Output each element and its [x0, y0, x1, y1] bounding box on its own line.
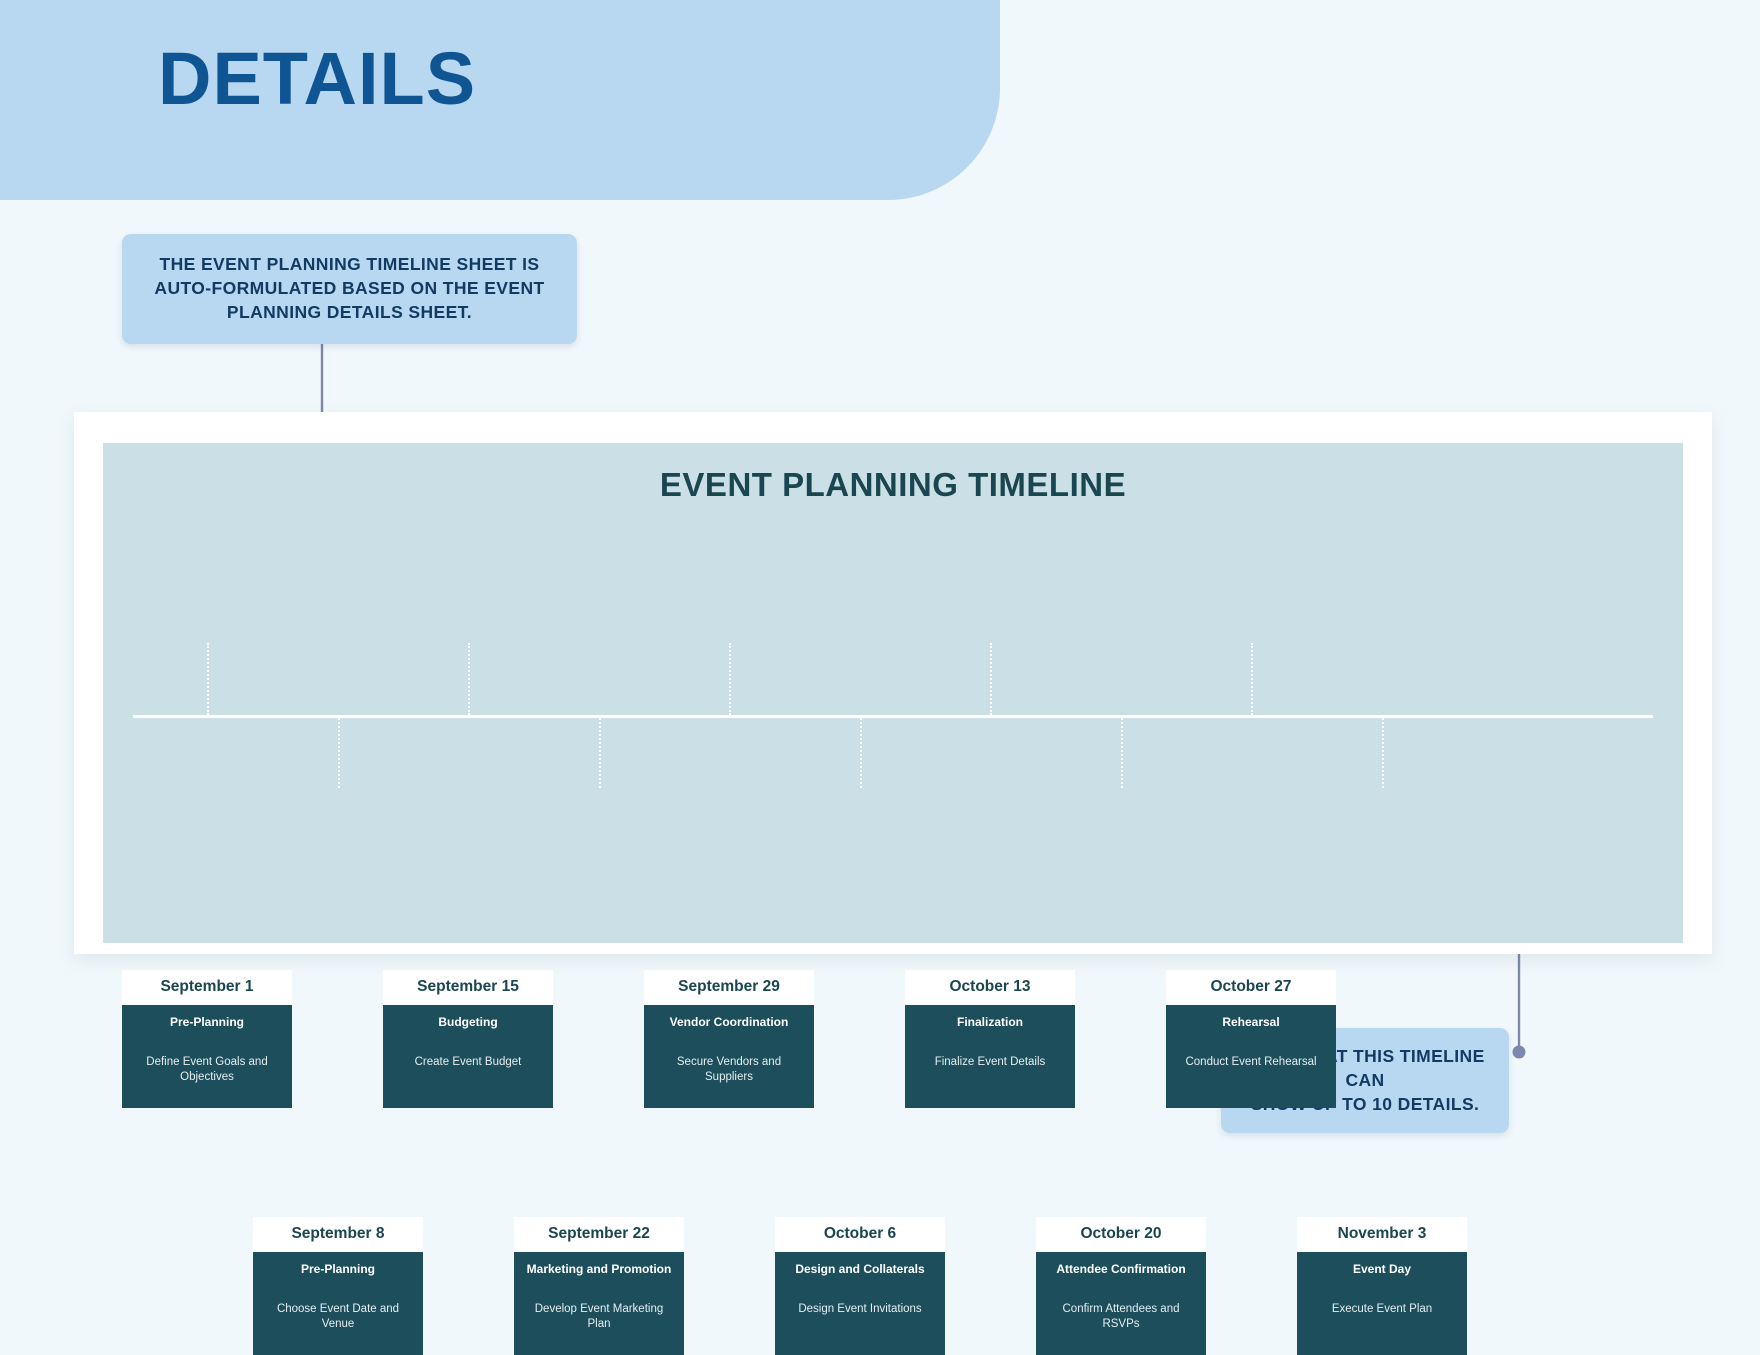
card-body: Design and Collaterals Design Event Invit… [775, 1252, 945, 1355]
card-date: October 13 [905, 970, 1075, 1005]
card-task: Design Event Invitations [798, 1303, 922, 1315]
card-phase: Design and Collaterals [795, 1262, 925, 1276]
timeline-card[interactable]: September 8 Pre-Planning Choose Event Date… [253, 1217, 423, 1355]
card-date: September 1 [122, 970, 292, 1005]
card-date: October 20 [1036, 1217, 1206, 1252]
top-callout: THE EVENT PLANNING TIMELINE SHEET IS AUT… [122, 234, 577, 345]
top-callout-line-2: AUTO-FORMULATED BASED ON THE EVENT [154, 278, 545, 299]
card-body: Marketing and Promotion Develop Event Mar… [514, 1252, 684, 1355]
timeline-card[interactable]: September 29 Vendor Coordination Secure Ve… [644, 970, 814, 1108]
timeline-card[interactable]: September 15 Budgeting Create Event Budget [383, 970, 553, 1108]
card-date: September 8 [253, 1217, 423, 1252]
timeline-card[interactable]: November 3 Event Day Execute Event Plan [1297, 1217, 1467, 1355]
card-date: October 6 [775, 1217, 945, 1252]
card-phase: Vendor Coordination [669, 1015, 789, 1029]
card-task: Finalize Event Details [934, 1056, 1046, 1068]
timeline-tick [1382, 718, 1384, 788]
timeline-tick [1121, 718, 1123, 788]
card-task: Confirm Attendees and RSVPs [1062, 1303, 1180, 1330]
page-title: DETAILS [158, 37, 477, 120]
card-phase: Budgeting [438, 1015, 498, 1029]
card-date: October 27 [1166, 970, 1336, 1005]
timeline-tick [729, 643, 731, 715]
timeline-card[interactable]: October 6 Design and Collaterals Design Ev… [775, 1217, 945, 1355]
card-body: Rehearsal Conduct Event Rehearsal [1166, 1005, 1336, 1108]
card-task: Execute Event Plan [1331, 1303, 1433, 1315]
card-task: Develop Event Marketing Plan [534, 1303, 664, 1330]
header-banner [0, 0, 1000, 200]
card-task: Choose Event Date and Venue [276, 1303, 400, 1330]
card-body: Vendor Coordination Secure Vendors and Su… [644, 1005, 814, 1108]
card-body: Attendee Confirmation Confirm Attendees a… [1036, 1252, 1206, 1355]
top-callout-line-1: THE EVENT PLANNING TIMELINE SHEET IS [159, 254, 540, 274]
card-task: Secure Vendors and Suppliers [676, 1056, 782, 1083]
card-date: September 29 [644, 970, 814, 1005]
timeline-axis [133, 715, 1653, 718]
card-date: September 22 [514, 1217, 684, 1252]
timeline-tick [468, 643, 470, 715]
card-phase: Marketing and Promotion [526, 1262, 672, 1276]
timeline-card[interactable]: October 27 Rehearsal Conduct Event Rehears… [1166, 970, 1336, 1108]
card-date: November 3 [1297, 1217, 1467, 1252]
card-body: Pre-Planning Choose Event Date and Venue [253, 1252, 423, 1355]
timeline-card[interactable]: September 22 Marketing and Promotion Devel… [514, 1217, 684, 1355]
card-task: Create Event Budget [414, 1056, 522, 1068]
timeline-title: EVENT PLANNING TIMELINE [659, 466, 1127, 503]
timeline-tick [860, 718, 862, 788]
timeline-tick [599, 718, 601, 788]
card-task: Conduct Event Rehearsal [1185, 1056, 1317, 1068]
card-task: Define Event Goals and Objectives [146, 1056, 268, 1083]
card-phase: Finalization [957, 1015, 1023, 1029]
timeline-tick [1251, 643, 1253, 715]
timeline-card[interactable]: October 13 Finalization Finalize Event Det… [905, 970, 1075, 1108]
card-body: Pre-Planning Define Event Goals and Objec… [122, 1005, 292, 1108]
card-phase: Event Day [1352, 1262, 1412, 1276]
card-phase: Pre-Planning [169, 1015, 244, 1029]
card-body: Event Day Execute Event Plan [1297, 1252, 1467, 1355]
card-body: Budgeting Create Event Budget [383, 1005, 553, 1108]
timeline-tick [990, 643, 992, 715]
card-date: September 15 [383, 970, 553, 1005]
card-body: Finalization Finalize Event Details [905, 1005, 1075, 1108]
card-phase: Pre-Planning [300, 1262, 375, 1276]
card-phase: Attendee Confirmation [1056, 1262, 1186, 1276]
timeline-tick [207, 643, 209, 715]
timeline-card[interactable]: September 1 Pre-Planning Define Event Goal… [122, 970, 292, 1108]
card-phase: Rehearsal [1222, 1015, 1280, 1029]
top-callout-line-3: PLANNING DETAILS SHEET. [226, 302, 473, 323]
timeline-tick [338, 718, 340, 788]
timeline-card[interactable]: October 20 Attendee Confirmation Confirm A… [1036, 1217, 1206, 1355]
timeline-panel: EVENT PLANNING TIMELINE September 1 Pre-P… [103, 443, 1683, 1355]
